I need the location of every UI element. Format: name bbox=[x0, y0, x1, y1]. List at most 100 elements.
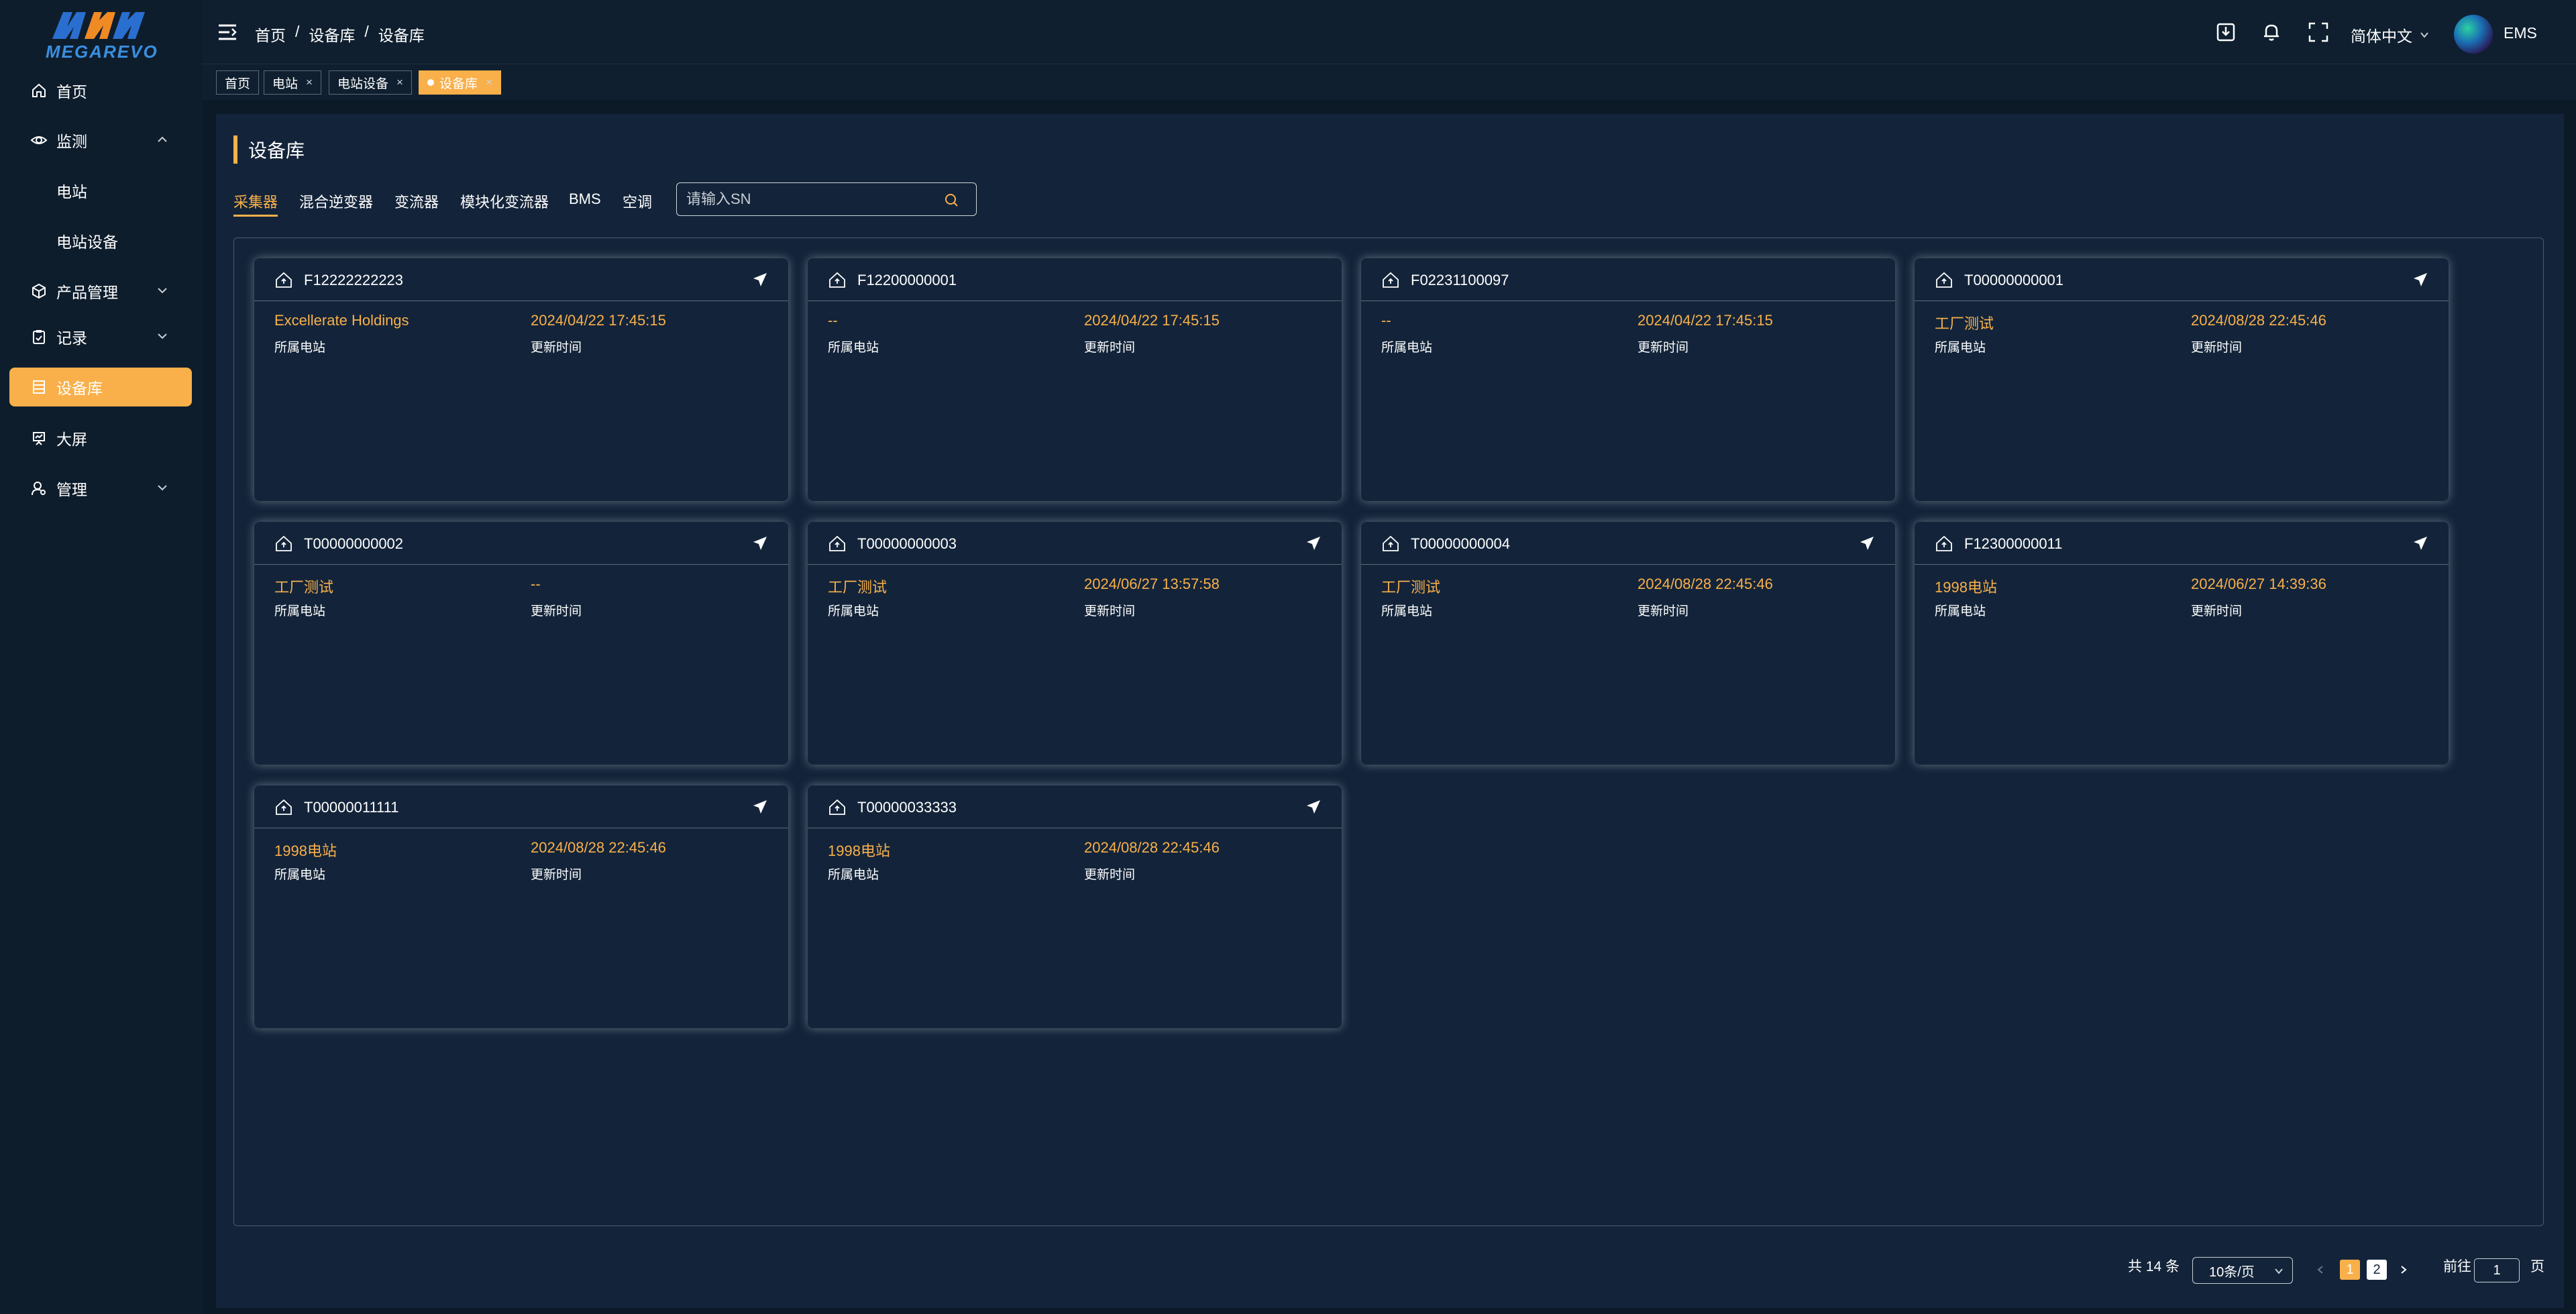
updated-value: 2024/08/28 22:45:46 bbox=[1084, 839, 1220, 856]
card-header: T00000033333 bbox=[808, 785, 1342, 828]
station-value: 工厂测试 bbox=[828, 579, 888, 596]
send-icon[interactable] bbox=[2412, 272, 2428, 288]
sidebar-item-monitoring[interactable]: 监测 bbox=[9, 121, 192, 160]
page-title: 设备库 bbox=[233, 135, 305, 164]
station-label: 所属电站 bbox=[274, 868, 326, 882]
station-value: 1998电站 bbox=[828, 842, 890, 859]
close-icon[interactable]: × bbox=[486, 76, 492, 89]
user-name[interactable]: EMS bbox=[2504, 24, 2537, 42]
updated-label: 更新时间 bbox=[1638, 341, 1689, 355]
device-card[interactable]: F12300000011 1998电站 2024/06/27 14:39:36 … bbox=[1915, 522, 2449, 765]
close-icon[interactable]: × bbox=[306, 76, 313, 89]
card-header: T00000000003 bbox=[808, 522, 1342, 565]
send-icon[interactable] bbox=[1305, 799, 1322, 815]
page-size-select[interactable]: 10条/页 bbox=[2192, 1257, 2293, 1284]
tab-device-library[interactable]: 设备库 × bbox=[419, 70, 501, 95]
book-icon[interactable] bbox=[2215, 21, 2237, 43]
send-icon[interactable] bbox=[1305, 535, 1322, 551]
pagination-total: 共 14 条 bbox=[2128, 1259, 2180, 1274]
device-sn: T00000000003 bbox=[857, 535, 957, 552]
device-card[interactable]: T00000011111 1998电站 2024/08/28 22:45:46 … bbox=[254, 785, 788, 1028]
station-label: 所属电站 bbox=[1381, 604, 1433, 618]
screen-chart-icon bbox=[30, 429, 48, 447]
type-tab-converter[interactable]: 变流器 bbox=[394, 190, 439, 212]
tab-station-devices[interactable]: 电站设备 × bbox=[329, 70, 412, 95]
language-label: 简体中文 bbox=[2351, 28, 2412, 45]
type-tab-hybrid-inverter[interactable]: 混合逆变器 bbox=[299, 190, 373, 212]
type-tab-collector[interactable]: 采集器 bbox=[233, 190, 278, 217]
chevron-up-icon bbox=[158, 136, 167, 142]
device-sn: T00000000001 bbox=[1964, 272, 2064, 288]
menu-fold-icon[interactable] bbox=[217, 23, 237, 42]
search-icon[interactable] bbox=[944, 193, 959, 207]
sidebar-item-label: 大屏 bbox=[56, 431, 87, 448]
send-icon[interactable] bbox=[1859, 535, 1875, 551]
fullscreen-icon[interactable] bbox=[2308, 21, 2329, 43]
device-card[interactable]: F12200000001 -- 2024/04/22 17:45:15 所属电站… bbox=[808, 258, 1342, 501]
device-card[interactable]: F02231100097 -- 2024/04/22 17:45:15 所属电站… bbox=[1361, 258, 1895, 501]
page-title-text: 设备库 bbox=[248, 140, 305, 161]
station-home-icon bbox=[276, 272, 292, 288]
close-icon[interactable]: × bbox=[396, 76, 403, 89]
tab-label: 电站设备 bbox=[337, 76, 389, 91]
device-card[interactable]: T00000000001 工厂测试 2024/08/28 22:45:46 所属… bbox=[1915, 258, 2449, 501]
sidebar-item-records[interactable]: 记录 bbox=[9, 317, 192, 356]
sidebar: MEGAREVO 首页 监测 电站 电站设备 产品管理 记录 设备库 大屏 管理 bbox=[0, 0, 203, 1314]
station-label: 所属电站 bbox=[828, 868, 879, 882]
device-card[interactable]: T00000000004 工厂测试 2024/08/28 22:45:46 所属… bbox=[1361, 522, 1895, 765]
card-header: T00000000001 bbox=[1915, 258, 2449, 301]
sidebar-item-label: 管理 bbox=[56, 481, 87, 498]
next-page-button[interactable] bbox=[2394, 1260, 2414, 1280]
station-label: 所属电站 bbox=[828, 341, 879, 355]
type-tab-modular-converter[interactable]: 模块化变流器 bbox=[460, 190, 549, 212]
sidebar-item-big-screen[interactable]: 大屏 bbox=[9, 419, 192, 457]
station-value: 1998电站 bbox=[1935, 579, 1997, 596]
sidebar-item-home[interactable]: 首页 bbox=[9, 71, 192, 110]
active-dot bbox=[427, 79, 434, 86]
type-tab-air-conditioner[interactable]: 空调 bbox=[623, 190, 652, 212]
sidebar-item-station[interactable]: 电站 bbox=[9, 171, 192, 210]
sidebar-item-label: 首页 bbox=[56, 83, 87, 101]
tab-home[interactable]: 首页 bbox=[216, 70, 260, 95]
page-number-button[interactable]: 2 bbox=[2367, 1260, 2387, 1280]
device-card[interactable]: F12222222223 Excellerate Holdings 2024/0… bbox=[254, 258, 788, 501]
device-sn: F12222222223 bbox=[304, 272, 404, 288]
page-number-button[interactable]: 1 bbox=[2340, 1260, 2360, 1280]
station-value: 工厂测试 bbox=[1935, 315, 1994, 332]
device-card[interactable]: T00000000002 工厂测试 -- 所属电站 更新时间 bbox=[254, 522, 788, 765]
sn-search-input[interactable] bbox=[677, 183, 938, 215]
send-icon[interactable] bbox=[752, 272, 768, 288]
eye-icon bbox=[30, 131, 48, 150]
type-tab-bms[interactable]: BMS bbox=[569, 190, 601, 208]
chevron-down-icon bbox=[158, 288, 167, 294]
language-select[interactable]: 简体中文 bbox=[2351, 23, 2430, 46]
breadcrumb-home[interactable]: 首页 bbox=[255, 23, 286, 46]
sidebar-item-product-management[interactable]: 产品管理 bbox=[9, 272, 192, 311]
megarevo-logo[interactable]: MEGAREVO bbox=[46, 7, 157, 62]
breadcrumb-separator: / bbox=[364, 23, 369, 40]
send-icon[interactable] bbox=[752, 535, 768, 551]
send-icon[interactable] bbox=[752, 799, 768, 815]
device-sn: T00000033333 bbox=[857, 799, 957, 816]
search-box bbox=[676, 182, 977, 216]
updated-label: 更新时间 bbox=[531, 604, 582, 618]
sidebar-item-station-devices[interactable]: 电站设备 bbox=[9, 221, 192, 260]
bell-icon[interactable] bbox=[2261, 21, 2282, 43]
updated-label: 更新时间 bbox=[1638, 604, 1689, 618]
breadcrumb-section[interactable]: 设备库 bbox=[309, 23, 355, 46]
tab-station[interactable]: 电站 × bbox=[264, 70, 321, 95]
sidebar-item-device-library[interactable]: 设备库 bbox=[9, 368, 192, 406]
main-panel: 设备库 采集器 混合逆变器 变流器 模块化变流器 BMS 空调 F1222222… bbox=[216, 114, 2564, 1308]
send-icon[interactable] bbox=[2412, 535, 2428, 551]
prev-page-button[interactable] bbox=[2310, 1260, 2330, 1280]
goto-page-input[interactable] bbox=[2474, 1258, 2520, 1282]
station-label: 所属电站 bbox=[1381, 341, 1433, 355]
device-card[interactable]: T00000000003 工厂测试 2024/06/27 13:57:58 所属… bbox=[808, 522, 1342, 765]
avatar[interactable] bbox=[2454, 15, 2493, 54]
sidebar-item-management[interactable]: 管理 bbox=[9, 469, 192, 508]
station-home-icon bbox=[1936, 535, 1952, 551]
breadcrumb-separator: / bbox=[295, 23, 300, 40]
device-card[interactable]: T00000033333 1998电站 2024/08/28 22:45:46 … bbox=[808, 785, 1342, 1028]
station-home-icon bbox=[1383, 272, 1399, 288]
updated-label: 更新时间 bbox=[1084, 604, 1136, 618]
